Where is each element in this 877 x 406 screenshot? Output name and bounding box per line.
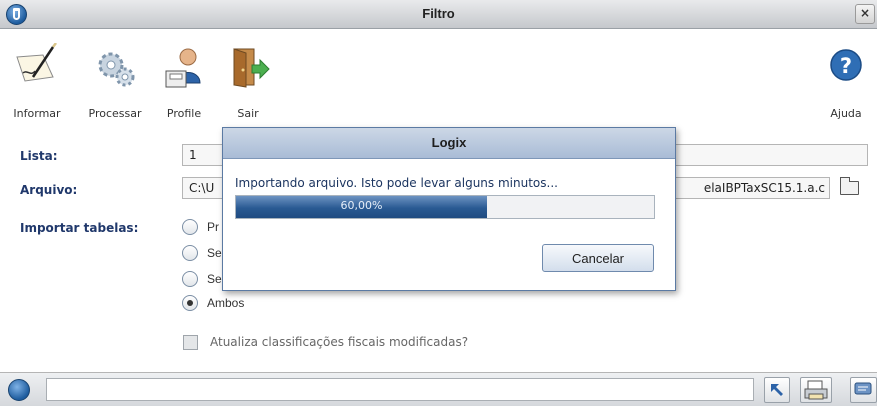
atualiza-classificacoes-label: Atualiza classificações fiscais modifica… [210, 335, 469, 349]
resize-button[interactable] [764, 377, 790, 403]
exit-door-icon [233, 48, 270, 88]
status-message-field [46, 378, 754, 401]
dialog-message: Importando arquivo. Isto pode levar algu… [235, 176, 558, 190]
window-title: Filtro [422, 6, 455, 21]
ajuda-label: Ajuda [830, 107, 862, 120]
folder-browse-icon[interactable] [840, 177, 859, 195]
close-button[interactable]: × [855, 4, 875, 24]
profile-button[interactable]: Profile [160, 35, 208, 120]
status-logo-icon [8, 379, 30, 401]
radio-button[interactable] [182, 271, 198, 287]
ajuda-button[interactable]: ? Ajuda [820, 35, 872, 120]
sair-label: Sair [237, 107, 259, 120]
messages-button[interactable] [850, 377, 877, 403]
radio-label: Se [207, 272, 222, 286]
profile-label: Profile [166, 107, 202, 120]
dialog-title: Logix [223, 128, 675, 159]
resize-arrow-icon [771, 384, 783, 396]
arquivo-label: Arquivo: [20, 183, 78, 197]
pencil-paper-icon [16, 43, 57, 82]
atualiza-classificacoes-checkbox[interactable] [183, 335, 198, 350]
radio-button-checked[interactable] [182, 295, 198, 311]
gears-icon [98, 52, 135, 87]
lista-label: Lista: [20, 149, 58, 163]
printer-icon [804, 380, 828, 400]
toolbar: Informar Processar Profile Sair ? Ajuda [0, 29, 877, 121]
progress-bar: 60,00% [235, 195, 655, 219]
progress-percent-text: 60,00% [340, 199, 383, 212]
radio-label-ambos: Ambos [207, 296, 245, 310]
arquivo-value-start: C:\U [189, 181, 215, 195]
help-icon: ? [830, 49, 862, 81]
window-title-bar: Filtro × [0, 0, 877, 29]
importar-tabelas-label: Importar tabelas: [20, 221, 139, 235]
print-button[interactable] [800, 377, 832, 403]
radio-label: Se [207, 246, 222, 260]
sair-button[interactable]: Sair [226, 35, 270, 120]
user-profile-icon [165, 48, 201, 88]
processar-button[interactable]: Processar [84, 35, 146, 120]
status-bar [0, 372, 877, 406]
processar-label: Processar [88, 107, 142, 120]
cancel-button[interactable]: Cancelar [542, 244, 654, 272]
help-glyph: ? [840, 54, 852, 78]
radio-button[interactable] [182, 219, 198, 235]
informar-label: Informar [13, 107, 61, 120]
informar-button[interactable]: Informar [6, 35, 68, 120]
radio-button[interactable] [182, 245, 198, 261]
arquivo-value-end: elaIBPTaxSC15.1.a.c [703, 181, 825, 195]
chat-icon [854, 382, 872, 395]
radio-label: Pr [207, 220, 219, 234]
progress-dialog: Logix Importando arquivo. Isto pode leva… [222, 127, 676, 291]
